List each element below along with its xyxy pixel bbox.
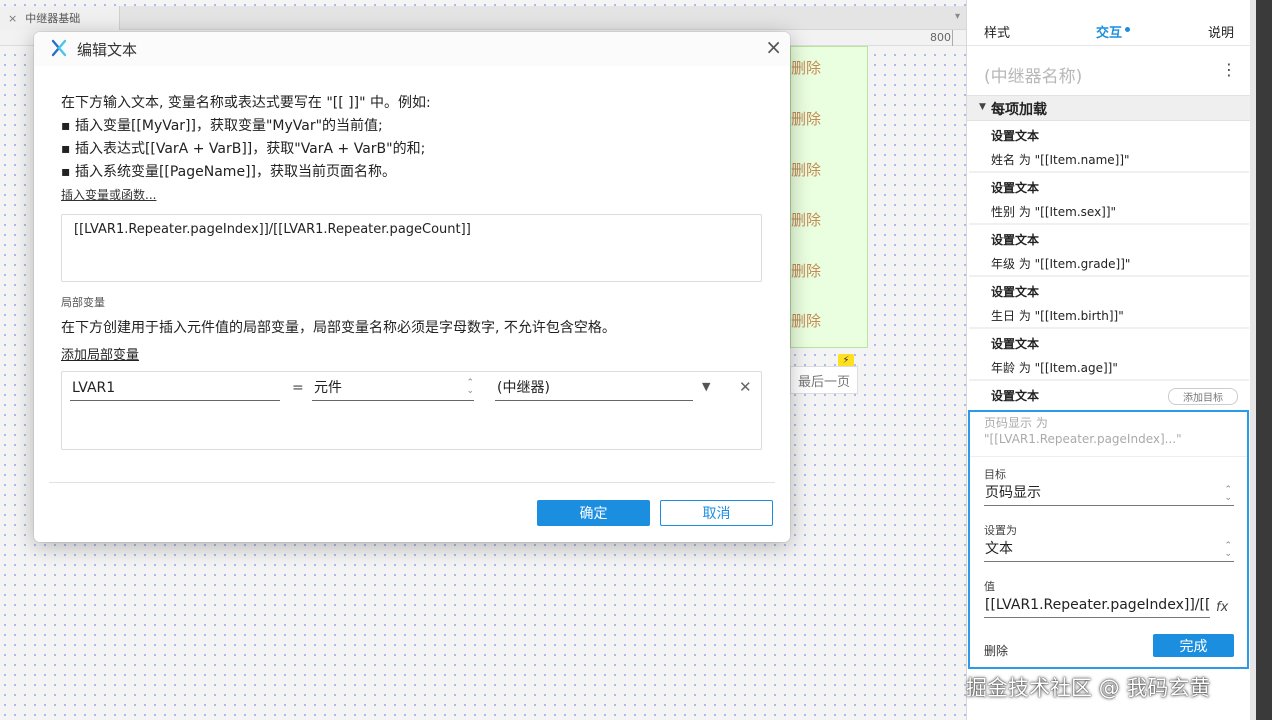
target-select[interactable]: 页码显示 ⌃ ⌄ — [984, 482, 1234, 506]
stepper-icon: ⌃ ⌄ — [1224, 541, 1232, 559]
add-local-variable-link[interactable]: 添加局部变量 — [61, 344, 139, 363]
local-variable-name-input[interactable]: LVAR1 — [70, 377, 280, 401]
dialog-title: 编辑文本 — [77, 41, 138, 59]
stepper-icon: ⌃ ⌄ — [1224, 485, 1232, 503]
action-title: 设置文本 — [991, 181, 1040, 195]
action-item[interactable]: 设置文本 姓名 为 "[[Item.name]]" — [969, 123, 1249, 173]
local-variable-type-value: 元件 — [314, 380, 342, 396]
action-detail: 年级 为 "[[Item.grade]]" — [991, 257, 1131, 271]
action-detail: 性别 为 "[[Item.sex]]" — [991, 205, 1117, 219]
equals-sign: = — [292, 380, 304, 396]
ok-button[interactable]: 确定 — [537, 500, 650, 526]
chevron-down-icon[interactable]: ▼ — [702, 380, 710, 393]
cancel-button[interactable]: 取消 — [660, 500, 773, 526]
delete-action-link[interactable]: 删除 — [984, 642, 1008, 659]
target-value: 页码显示 — [985, 485, 1041, 501]
value-label: 值 — [984, 580, 995, 593]
tab-notes[interactable]: 说明 — [1208, 22, 1234, 41]
dialog-header: 编辑文本 × — [34, 32, 790, 66]
tab-menu-caret-icon[interactable]: ▾ — [955, 11, 960, 22]
add-target-button[interactable]: 添加目标 — [1168, 388, 1238, 405]
tab-repeater-basics[interactable]: × 中继器基础 — [0, 6, 120, 30]
event-section-header[interactable]: ▼ 每项加载 — [967, 95, 1251, 121]
action-item[interactable]: 设置文本 年级 为 "[[Item.grade]]" — [969, 227, 1249, 277]
action-item[interactable]: 设置文本 生日 为 "[[Item.birth]]" — [969, 279, 1249, 329]
event-section-label: 每项加载 — [991, 102, 1047, 118]
repeater-delete-label: 删除 — [791, 59, 822, 77]
action-detail: 姓名 为 "[[Item.name]]" — [991, 153, 1130, 167]
ruler-mark: 800 — [930, 31, 951, 44]
repeater-delete-label: 删除 — [791, 161, 822, 179]
local-variables-heading: 局部变量 — [61, 296, 105, 309]
value-input[interactable]: [[LVAR1.Repeater.pageIndex]]/[[L — [984, 594, 1210, 618]
divider — [49, 482, 775, 483]
stepper-icon: ⌃ ⌄ — [466, 378, 474, 396]
repeater-widget[interactable]: 删除 删除 删除 删除 删除 删除 — [790, 46, 868, 348]
widget-name-field[interactable]: (中继器名称) — [984, 62, 1082, 87]
action-detail: 生日 为 "[[Item.birth]]" — [991, 309, 1124, 323]
tab-interactions[interactable]: 交互 — [1096, 22, 1122, 41]
action-item[interactable]: 设置文本 年龄 为 "[[Item.age]]" — [969, 331, 1249, 381]
target-label: 目标 — [984, 468, 1006, 481]
collapse-caret-icon: ▼ — [979, 102, 986, 112]
edit-text-dialog: 编辑文本 × 在下方输入文本, 变量名称或表达式要写在 "[[ ]]" 中。例如… — [34, 32, 790, 542]
tab-label: 中继器基础 — [25, 12, 81, 25]
done-button[interactable]: 完成 — [1153, 634, 1234, 657]
action-summary-line: 页码显示 为 — [984, 416, 1048, 430]
action-detail: 年龄 为 "[[Item.age]]" — [991, 361, 1118, 375]
fx-icon[interactable]: fx — [1216, 600, 1228, 615]
action-title: 设置文本 — [991, 233, 1040, 247]
axure-logo-icon — [51, 39, 67, 57]
set-as-label: 设置为 — [984, 524, 1017, 537]
local-variables-description: 在下方创建用于插入元件值的局部变量，局部变量名称必须是字母数字, 不允许包含空格… — [61, 320, 616, 336]
document-tab-bar: × 中继器基础 ▾ — [0, 6, 966, 30]
action-title: 设置文本 — [991, 389, 1040, 403]
local-variable-list: LVAR1 = 元件 ⌃ ⌄ (中继器) ▼ ✕ — [61, 371, 762, 450]
repeater-delete-label: 删除 — [791, 312, 822, 330]
instruction-line: ▪ 插入系统变量[[PageName]]，获取当前页面名称。 — [61, 164, 396, 180]
instruction-line: ▪ 插入表达式[[VarA + VarB]]，获取"VarA + VarB"的和… — [61, 141, 426, 157]
action-title: 设置文本 — [991, 285, 1040, 299]
set-as-value: 文本 — [985, 541, 1013, 557]
repeater-delete-label: 删除 — [791, 211, 822, 229]
divider — [970, 456, 1247, 457]
local-variable-type-select[interactable]: 元件 ⌃ ⌄ — [312, 377, 474, 401]
set-as-select[interactable]: 文本 ⌃ ⌄ — [984, 538, 1234, 562]
instruction-line: ▪ 插入变量[[MyVar]]，获取变量"MyVar"的当前值; — [61, 118, 383, 134]
action-title: 设置文本 — [991, 337, 1040, 351]
dialog-instructions: 在下方输入文本, 变量名称或表达式要写在 "[[ ]]" 中。例如: ▪ 插入变… — [61, 92, 431, 184]
text-value-textarea[interactable]: [[LVAR1.Repeater.pageIndex]]/[[LVAR1.Rep… — [61, 214, 762, 282]
insert-variable-link[interactable]: 插入变量或函数... — [61, 186, 156, 203]
action-editor: 页码显示 为 "[[LVAR1.Repeater.pageIndex]..." … — [968, 410, 1249, 669]
tab-close-icon[interactable]: × — [8, 12, 17, 25]
action-item[interactable]: 设置文本 性别 为 "[[Item.sex]]" — [969, 175, 1249, 225]
local-variable-target-select[interactable]: (中继器) — [495, 377, 693, 401]
remove-variable-icon[interactable]: ✕ — [739, 378, 752, 396]
last-page-button[interactable]: 最后一页 — [790, 366, 858, 394]
window-edge — [1256, 0, 1272, 720]
ruler-tick — [952, 30, 953, 46]
inspector-tabs: 样式 交互 说明 — [967, 8, 1257, 46]
repeater-delete-label: 删除 — [791, 110, 822, 128]
action-summary-line: "[[LVAR1.Repeater.pageIndex]..." — [984, 432, 1182, 446]
watermark: 掘金技术社区 @ 我码玄黄 — [966, 676, 1211, 700]
tab-style[interactable]: 样式 — [984, 22, 1010, 41]
more-options-icon[interactable]: ⋮ — [1221, 60, 1237, 79]
action-title: 设置文本 — [991, 129, 1040, 143]
instruction-line: 在下方输入文本, 变量名称或表达式要写在 "[[ ]]" 中。例如: — [61, 95, 431, 111]
close-icon[interactable]: × — [765, 37, 782, 57]
active-indicator-dot — [1125, 27, 1130, 32]
repeater-delete-label: 删除 — [791, 262, 822, 280]
